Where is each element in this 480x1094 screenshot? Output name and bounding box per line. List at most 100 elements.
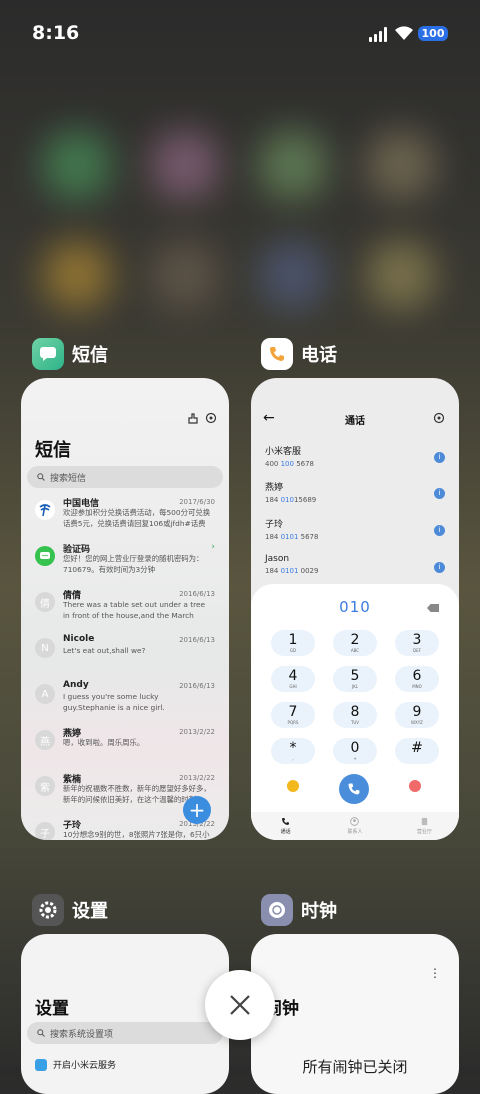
- app-name-sms: 短信: [72, 345, 108, 366]
- dial-key-hash[interactable]: #: [395, 738, 439, 764]
- tab-calls[interactable]: 通话: [251, 812, 320, 840]
- message-date: 2013/2/22: [179, 728, 215, 736]
- contact-name: 燕婷: [265, 483, 284, 493]
- telecom-logo-icon: [35, 500, 55, 520]
- blurred-icon: [258, 130, 328, 200]
- search-placeholder: 搜索短信: [50, 473, 87, 484]
- search-input[interactable]: 搜索短信: [27, 466, 223, 488]
- call-button[interactable]: [339, 774, 369, 804]
- message-preview: Let's eat out,shall we?: [63, 646, 146, 655]
- sms-app-icon: [32, 338, 64, 370]
- app-header-phone[interactable]: 电话: [261, 338, 337, 370]
- page-title: 设置: [35, 999, 69, 1019]
- message-preview: 10分想念9别的世，8张照片7张是你，6只小狗5只爱你，4颗星3个陪你，2个愿.…: [63, 830, 210, 839]
- list-item[interactable]: 验证码 › 您好！您的网上营业厅登录的随机密码为：710679。有效时间为3分钟: [21, 542, 229, 579]
- avatar: 紫: [35, 776, 55, 796]
- avatar: 子: [35, 822, 55, 840]
- gear-icon[interactable]: [433, 412, 445, 424]
- app-name-clock: 时钟: [301, 901, 337, 922]
- info-icon[interactable]: i: [434, 562, 445, 573]
- app-header-sms[interactable]: 短信: [32, 338, 108, 370]
- dial-key-2[interactable]: 2 ABC: [333, 630, 377, 656]
- clock-recent-card[interactable]: ⋮ 闹钟 所有闹钟已关闭: [251, 934, 459, 1094]
- blurred-icon: [366, 240, 436, 310]
- dial-key-0[interactable]: 0 +: [333, 738, 377, 764]
- dial-key-3[interactable]: 3 DEF: [395, 630, 439, 656]
- message-preview: 您好！您的网上营业厅登录的随机密码为：710679。有效时间为3分钟: [63, 554, 204, 574]
- call-log-item[interactable]: 燕婷 184 01015689 i: [265, 480, 445, 510]
- search-input[interactable]: 搜索系统设置项: [27, 1022, 223, 1044]
- contact-name: 子玲: [265, 520, 284, 530]
- dial-key-star[interactable]: *,: [271, 738, 315, 764]
- list-item[interactable]: 倩 倩倩 2016/6/13 There was a table set out…: [21, 588, 229, 625]
- phone-icon: [282, 818, 290, 825]
- list-item[interactable]: A Andy 2016/6/13 I guess you're some luc…: [21, 680, 229, 717]
- avatar: 燕: [35, 730, 55, 750]
- clear-all-button[interactable]: [205, 970, 275, 1040]
- blurred-icon: [150, 130, 220, 200]
- tab-contacts[interactable]: 联系人: [320, 812, 389, 840]
- close-icon: [230, 995, 250, 1015]
- message-preview: I guess you're some lucky guy.Stephanie …: [63, 692, 165, 712]
- dial-key-8[interactable]: 8 TUV: [333, 702, 377, 728]
- info-icon[interactable]: i: [434, 488, 445, 499]
- search-icon: [37, 473, 45, 481]
- app-name-phone: 电话: [301, 345, 337, 366]
- bottom-tab-bar: 通话 联系人 营业厅: [251, 812, 459, 840]
- contact-number: 400 100 5678: [265, 460, 315, 468]
- signal-icon: [369, 26, 389, 42]
- phone-recent-card[interactable]: ← 通话 小米客服 400 100 5678 i 燕婷 184 01015689…: [251, 378, 459, 840]
- dial-key-1[interactable]: 1 GD: [271, 630, 315, 656]
- battery-indicator: 100: [418, 26, 448, 41]
- call-log-item[interactable]: 子玲 184 0101 5678 i: [265, 517, 445, 547]
- dial-key-5[interactable]: 5 JKL: [333, 666, 377, 692]
- dial-key-9[interactable]: 9 WXYZ: [395, 702, 439, 728]
- list-item[interactable]: N Nicole 2016/6/13 Let's eat out,shall w…: [21, 634, 229, 671]
- phone-icon: [348, 783, 360, 795]
- message-date: 2017/6/30: [179, 498, 215, 506]
- blurred-icon: [42, 240, 112, 310]
- info-icon[interactable]: i: [434, 452, 445, 463]
- dial-key-7[interactable]: 7 PQRS: [271, 702, 315, 728]
- app-header-settings[interactable]: 设置: [32, 894, 108, 926]
- dial-key-6[interactable]: 6 MNO: [395, 666, 439, 692]
- call-log-item[interactable]: 小米客服 400 100 5678 i: [265, 444, 445, 474]
- message-date: 2016/6/13: [179, 590, 215, 598]
- dial-input[interactable]: 010: [251, 598, 459, 616]
- sms-recent-card[interactable]: 短信 搜索短信 中国电信 2017/6/30 欢迎参加积分兑换话费活动，每500…: [21, 378, 229, 840]
- store-icon: [421, 817, 428, 826]
- tab-service-hall[interactable]: 营业厅: [390, 812, 459, 840]
- contact-name: 小米客服: [265, 447, 302, 457]
- compose-button[interactable]: +: [183, 796, 211, 824]
- status-bar: 8:16 100: [0, 0, 480, 68]
- contact-number: 184 0101 5678: [265, 533, 319, 541]
- call-log-item[interactable]: Jason 184 0101 0029 i: [265, 554, 445, 584]
- menu-icon[interactable]: [287, 780, 299, 792]
- message-date: 2013/2/22: [179, 774, 215, 782]
- sender-name: Nicole: [63, 634, 95, 644]
- phone-app-icon: [261, 338, 293, 370]
- settings-row[interactable]: 开启小米云服务: [35, 1058, 116, 1071]
- list-item[interactable]: 燕 燕婷 2013/2/22 嗯，收到啦。周乐周乐。: [21, 726, 229, 763]
- wifi-icon: [395, 26, 413, 40]
- list-item[interactable]: 中国电信 2017/6/30 欢迎参加积分兑换话费活动，每500分可兑换话费5元…: [21, 496, 229, 533]
- more-icon[interactable]: ⋮: [429, 966, 441, 980]
- app-header-clock[interactable]: 时钟: [261, 894, 337, 926]
- message-preview: 欢迎参加积分兑换话费活动，每500分可兑换话费5元，兑换话费请回复106或jfd…: [63, 508, 211, 528]
- dialpad: 010 1 GD 2 ABC 3 DEF 4 GHI 5 JKL 6 MNO 7 PQRS 8…: [251, 584, 459, 840]
- clean-icon[interactable]: [187, 412, 199, 424]
- info-icon[interactable]: i: [434, 525, 445, 536]
- message-list: 中国电信 2017/6/30 欢迎参加积分兑换话费活动，每500分可兑换话费5元…: [21, 496, 229, 840]
- settings-recent-card[interactable]: 设置 搜索系统设置项 开启小米云服务: [21, 934, 229, 1094]
- contact-number: 184 0101 0029: [265, 567, 319, 575]
- dial-key-4[interactable]: 4 GHI: [271, 666, 315, 692]
- page-title: 通话: [345, 416, 365, 427]
- settings-app-icon: [32, 894, 64, 926]
- contact-name: Jason: [265, 554, 290, 564]
- sender-name: Andy: [63, 680, 89, 690]
- avatar: 倩: [35, 592, 55, 612]
- avatar: A: [35, 684, 55, 704]
- gear-icon[interactable]: [205, 412, 217, 424]
- message-preview: 嗯，收到啦。周乐周乐。: [63, 738, 145, 747]
- keypad-toggle-icon[interactable]: [409, 780, 421, 792]
